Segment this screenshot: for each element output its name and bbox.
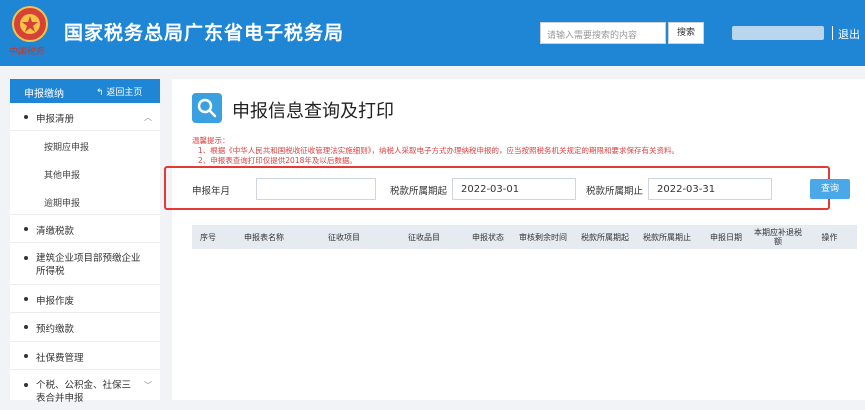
sidebar-item-label: 清缴税款 (36, 226, 75, 237)
sidebar-subitem-periodic[interactable]: 按期应申报 (10, 131, 160, 159)
bullet-icon (24, 227, 28, 231)
column-header: 申报状态 (472, 232, 504, 242)
bullet-icon (24, 354, 28, 358)
tips-block: 温馨提示： 1、根据《中华人民共和国税收征收管理法实施细则》，纳税人采取电子方式… (192, 136, 680, 166)
sidebar-item-tax-payment[interactable]: 清缴税款 (10, 215, 160, 243)
end-date-input[interactable]: 2022-03-31 (648, 178, 772, 200)
tip-line: 1、根据《中华人民共和国税收征收管理法实施细则》，纳税人采取电子方式办理纳税申报… (198, 146, 680, 155)
bullet-icon (24, 115, 28, 119)
page-title: 申报信息查询及打印 (232, 101, 394, 122)
sidebar-item-void-declaration[interactable]: 申报作废 (10, 285, 160, 313)
sidebar-title: 申报缴纳 (24, 89, 64, 100)
back-arrow-icon: ↰ (96, 88, 104, 98)
sidebar-item-label: 个税、公积金、社保三表合并申报 (36, 380, 132, 404)
user-name-redacted (732, 26, 824, 40)
sidebar-header: 申报缴纳 ↰ 返回主页 (10, 79, 160, 103)
sidebar-item-label: 预约缴款 (36, 324, 75, 335)
period-label: 申报年月 (192, 186, 231, 197)
bullet-icon (24, 297, 28, 301)
bullet-icon (24, 256, 28, 260)
column-header: 序号 (200, 232, 216, 242)
column-header: 本期应补退税额 (754, 228, 802, 246)
logout-link[interactable]: 退出 (838, 26, 860, 42)
tips-title: 温馨提示： (192, 136, 230, 145)
sidebar-subitem-other[interactable]: 其他申报 (10, 159, 160, 187)
column-header: 征收项目 (328, 232, 360, 242)
query-button[interactable]: 查询 (810, 179, 850, 199)
column-header: 税款所属期止 (643, 232, 691, 242)
sidebar-item-construction-prepay[interactable]: 建筑企业项目部预缴企业所得税 (10, 243, 160, 285)
sidebar-item-declaration-list[interactable]: 申报清册 ︿ (10, 103, 160, 131)
start-date-label: 税款所属期起 (390, 186, 448, 197)
home-link[interactable]: ↰ 返回主页 (96, 85, 142, 98)
sidebar-item-scheduled-payment[interactable]: 预约缴款 (10, 313, 160, 342)
sidebar-subitem-label: 其他申报 (44, 171, 81, 181)
search-button[interactable]: 搜索 (668, 22, 704, 44)
search-input[interactable]: 请输入需要搜索的内容 (540, 22, 666, 44)
tip-line: 2、申报表查询打印仅提供2018年及以后数据。 (198, 156, 357, 165)
column-header: 税款所属期起 (581, 232, 629, 242)
chevron-down-icon: ﹀ (144, 381, 152, 390)
sidebar: 申报缴纳 ↰ 返回主页 申报清册 ︿ 按期应申报 其他申报 逾期申报 清缴税款 … (10, 79, 160, 404)
column-header: 操作 (821, 232, 838, 242)
site-title: 国家税务总局广东省电子税务局 (64, 22, 345, 44)
sidebar-subitem-overdue[interactable]: 逾期申报 (10, 187, 160, 215)
home-link-label: 返回主页 (106, 88, 143, 98)
bullet-icon (24, 325, 28, 329)
column-header: 申报日期 (710, 232, 742, 242)
top-header: 中国税务 国家税务总局广东省电子税务局 请输入需要搜索的内容 搜索 退出 (0, 0, 865, 66)
sidebar-subitem-label: 按期应申报 (44, 143, 90, 153)
column-header: 审核剩余时间 (519, 232, 567, 242)
emblem-text: 中国税务 (8, 47, 45, 57)
column-header: 申报表名称 (244, 232, 284, 242)
sidebar-item-label: 申报作废 (36, 296, 75, 307)
header-separator (832, 26, 833, 40)
end-date-label: 税款所属期止 (586, 186, 644, 197)
search-icon (192, 93, 222, 123)
chevron-up-icon: ︿ (144, 113, 152, 122)
main-panel: 申报信息查询及打印 温馨提示： 1、根据《中华人民共和国税收征收管理法实施细则》… (164, 79, 865, 400)
start-date-input[interactable]: 2022-03-01 (452, 178, 576, 200)
column-header: 征收品目 (408, 232, 440, 242)
bullet-icon (24, 383, 28, 387)
sidebar-item-label: 申报清册 (36, 114, 75, 125)
sidebar-item-combined-declaration[interactable]: 个税、公积金、社保三表合并申报 ﹀ (10, 370, 160, 410)
period-input[interactable] (256, 178, 376, 200)
sidebar-item-label: 社保费管理 (36, 353, 84, 364)
sidebar-item-label: 建筑企业项目部预缴企业所得税 (36, 253, 141, 277)
sidebar-subitem-label: 逾期申报 (44, 199, 81, 209)
table-header: 序号 申报表名称 征收项目 征收品目 申报状态 审核剩余时间 税款所属期起 税款… (192, 225, 857, 249)
sidebar-item-social-security[interactable]: 社保费管理 (10, 342, 160, 370)
